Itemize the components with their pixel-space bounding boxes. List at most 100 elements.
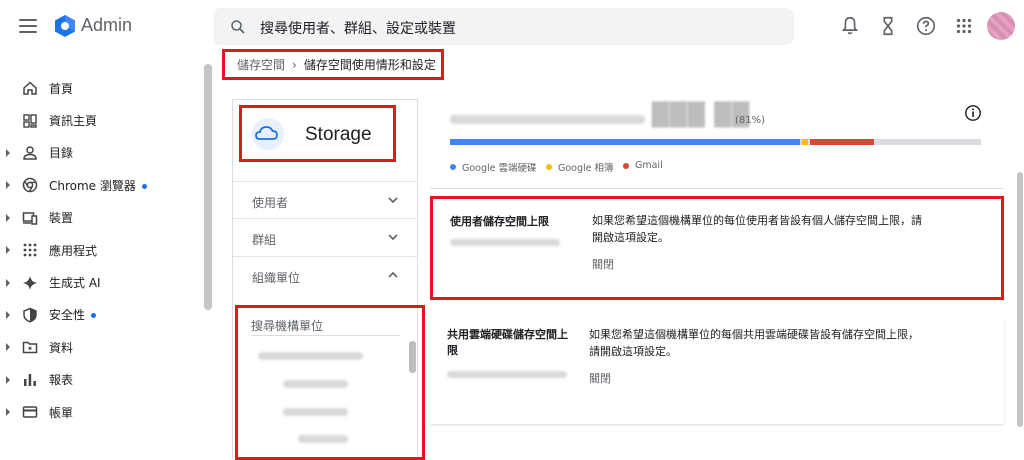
admin-logo-icon[interactable] <box>53 14 77 38</box>
section-groups-label: 群組 <box>252 233 277 247</box>
legend-label: Google 相簿 <box>558 163 614 174</box>
chrome-icon <box>22 178 38 193</box>
sidebar-item-10[interactable]: 帳單 <box>0 396 200 428</box>
expand-caret-icon[interactable] <box>6 181 10 190</box>
section-users[interactable]: 使用者 <box>233 181 417 218</box>
legend-swatch <box>450 164 456 170</box>
sidebar-item-label: Chrome 瀏覽器 <box>49 177 147 194</box>
devices-icon <box>22 212 38 225</box>
legend-entry: Google 雲端硬碟 <box>450 160 537 174</box>
sidebar-nav: 首頁資訊主頁目錄 Chrome 瀏覽器 裝置應用程式生成式 AI 安全性資料報表 帳單 <box>0 72 200 428</box>
usage-summary-text <box>450 115 645 124</box>
folder-icon <box>22 342 38 354</box>
section-org-units[interactable]: 組織單位 <box>233 256 417 293</box>
org-unit-child[interactable] <box>298 435 348 443</box>
sidebar-scrollbar[interactable] <box>204 64 212 310</box>
sidebar-item-3[interactable]: Chrome 瀏覽器 <box>0 169 200 201</box>
chevron-down-icon <box>388 197 398 204</box>
info-icon[interactable] <box>964 104 982 122</box>
setting-title: 共用雲端硬碟儲存空間上限 <box>447 328 568 357</box>
legend-entry: Gmail <box>623 160 663 171</box>
sparkle-icon <box>23 275 37 290</box>
expand-caret-icon[interactable] <box>6 148 10 157</box>
apps-icon <box>23 243 37 257</box>
legend-swatch <box>546 164 552 170</box>
sidebar-item-6[interactable]: 生成式 AI <box>0 266 200 298</box>
shield-icon <box>23 307 37 323</box>
legend-label: Google 雲端硬碟 <box>462 163 537 174</box>
sidebar-item-4[interactable]: 裝置 <box>0 202 200 234</box>
search-bar[interactable]: 搜尋使用者、群組、設定或裝置 <box>213 8 794 45</box>
expand-caret-icon[interactable] <box>6 213 10 222</box>
sidebar-item-label: 應用程式 <box>49 243 98 258</box>
sidebar-item-label: 資訊主頁 <box>49 114 98 129</box>
usage-bar-segment <box>802 139 808 145</box>
usage-bar-segment <box>810 139 874 145</box>
avatar[interactable] <box>987 12 1015 40</box>
section-groups[interactable]: 群組 <box>233 218 417 255</box>
expand-caret-icon[interactable] <box>6 343 10 352</box>
content-scrollbar[interactable] <box>1017 172 1023 427</box>
setting-description: 如果您希望這個機構單位的每個共用雲端硬碟皆設有儲存空間上限，請開啟這項設定。 <box>589 328 919 358</box>
sidebar-item-2[interactable]: 目錄 <box>0 137 200 169</box>
section-org-units-label: 組織單位 <box>252 271 301 285</box>
sidebar-item-8[interactable]: 資料 <box>0 331 200 363</box>
org-unit-root[interactable] <box>258 352 363 360</box>
expand-caret-icon[interactable] <box>6 246 10 255</box>
cloud-icon <box>252 118 284 150</box>
expand-caret-icon[interactable] <box>6 310 10 319</box>
breadcrumb-parent-link[interactable]: 儲存空間 <box>237 56 285 73</box>
sidebar-item-label: 首頁 <box>49 81 74 96</box>
setting-title: 使用者儲存空間上限 <box>450 215 549 228</box>
expand-caret-icon[interactable] <box>6 408 10 417</box>
search-icon <box>231 20 245 34</box>
hamburger-menu-icon[interactable] <box>18 16 38 36</box>
breadcrumb: 儲存空間 › 儲存空間使用情形和設定 <box>222 49 444 80</box>
breadcrumb-separator: › <box>292 57 297 72</box>
sidebar-item-label: 生成式 AI <box>49 276 101 291</box>
sidebar-item-9[interactable]: 報表 <box>0 364 200 396</box>
org-unit-child[interactable] <box>283 380 348 388</box>
new-indicator-dot <box>141 183 147 189</box>
expand-caret-icon[interactable] <box>6 375 10 384</box>
hourglass-icon[interactable] <box>877 15 899 37</box>
dashboard-icon <box>23 113 37 128</box>
usage-percent: (81%) <box>735 115 766 126</box>
help-icon[interactable] <box>915 15 937 37</box>
sidebar-item-5[interactable]: 應用程式 <box>0 234 200 266</box>
setting-status: 關閉 <box>589 372 611 385</box>
sidebar-item-label: 目錄 <box>49 146 74 161</box>
new-indicator-dot <box>91 313 97 319</box>
sidebar-item-1[interactable]: 資訊主頁 <box>0 104 200 136</box>
shared-drive-storage-limit-setting[interactable]: 共用雲端硬碟儲存空間上限 如果您希望這個機構單位的每個共用雲端硬碟皆設有儲存空間… <box>430 318 1004 424</box>
home-icon <box>23 81 37 95</box>
org-tree-scrollbar[interactable] <box>409 341 416 373</box>
person-icon <box>23 146 37 160</box>
setting-status: 關閉 <box>592 258 614 271</box>
legend-swatch <box>623 162 629 169</box>
search-input[interactable]: 搜尋使用者、群組、設定或裝置 <box>260 18 456 38</box>
breadcrumb-current: 儲存空間使用情形和設定 <box>303 58 436 72</box>
usage-bar-segment <box>450 139 800 145</box>
expand-caret-icon[interactable] <box>6 278 10 287</box>
sidebar-item-0[interactable]: 首頁 <box>0 72 200 104</box>
search-underline <box>251 335 400 336</box>
app-name[interactable]: Admin <box>81 15 132 36</box>
user-storage-limit-setting[interactable]: 使用者儲存空間上限 如果您希望這個機構單位的每位使用者皆設有個人儲存空間上限，請… <box>430 196 1004 300</box>
sidebar-item-label: 安全性 <box>49 306 97 323</box>
section-users-label: 使用者 <box>252 196 289 210</box>
storage-header: Storage <box>239 105 396 162</box>
bar-chart-icon <box>24 373 36 386</box>
org-unit-search-input[interactable]: 搜尋機構單位 <box>251 317 323 334</box>
sidebar-item-label: 資料 <box>49 340 74 355</box>
legend-entry: Google 相簿 <box>546 160 614 174</box>
org-unit-child[interactable] <box>283 408 348 416</box>
sidebar-item-7[interactable]: 安全性 <box>0 299 200 331</box>
legend-label: Gmail <box>635 160 663 171</box>
org-unit-tree: 搜尋機構單位 <box>235 305 425 460</box>
notifications-icon[interactable] <box>839 15 861 37</box>
chevron-up-icon <box>388 271 398 278</box>
sidebar-item-label: 裝置 <box>49 211 74 226</box>
apps-grid-icon[interactable] <box>953 15 975 37</box>
setting-inheritance-text <box>447 371 567 378</box>
